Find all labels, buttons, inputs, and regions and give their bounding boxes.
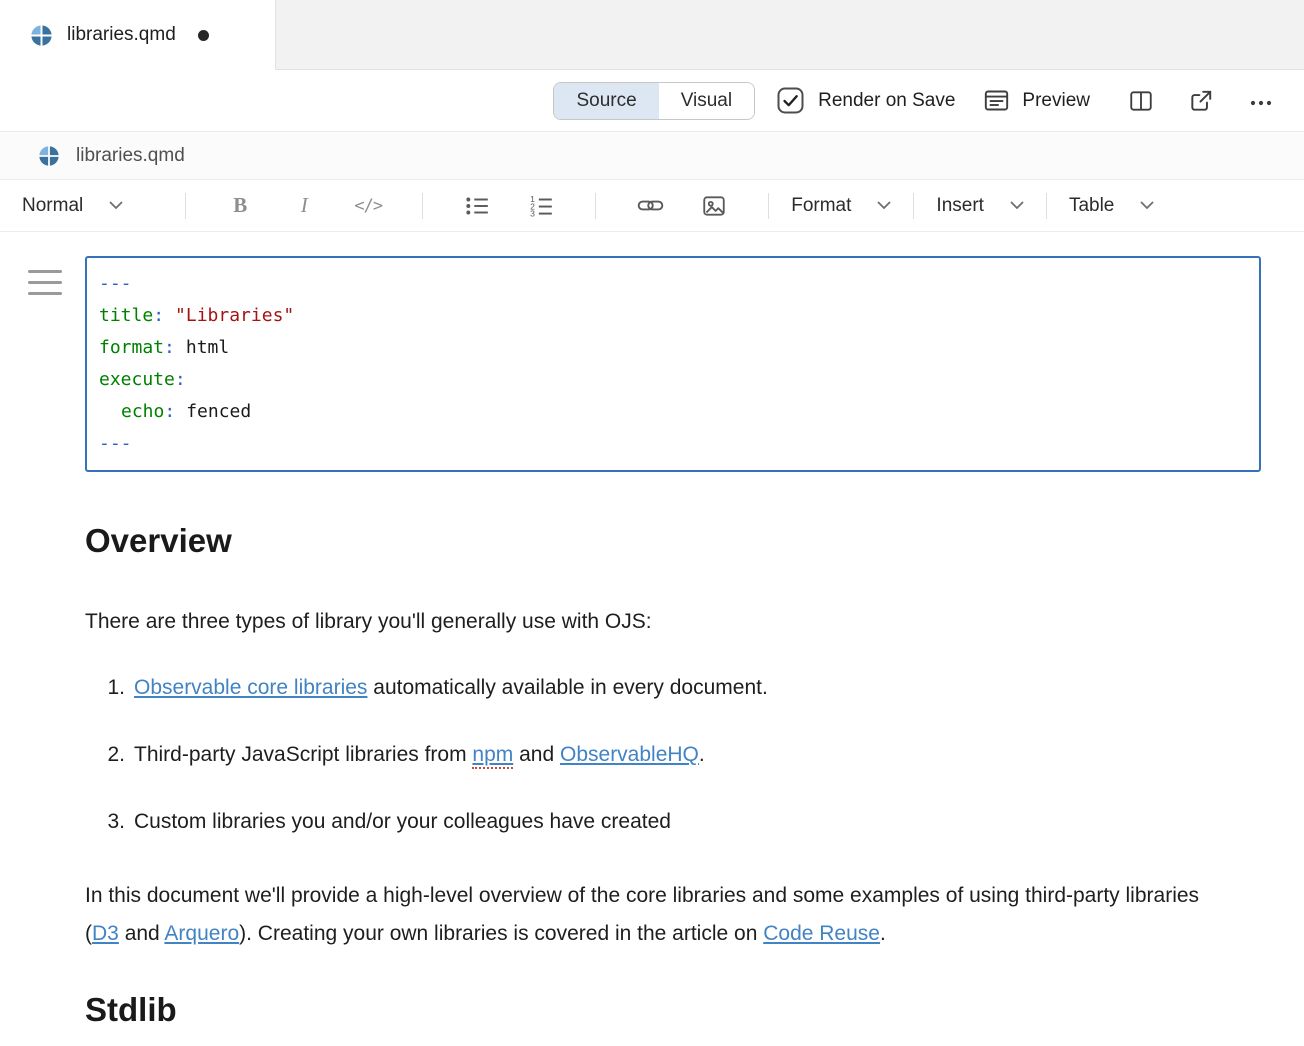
open-new-window-icon[interactable] — [1188, 88, 1214, 114]
inline-text: ). Creating your own libraries is covere… — [239, 922, 763, 945]
bullet-list-button[interactable] — [445, 188, 509, 224]
breadcrumb-filename[interactable]: libraries.qmd — [76, 145, 185, 167]
inline-text: Third-party JavaScript libraries from — [134, 743, 472, 766]
document-canvas[interactable]: --- title:"Libraries" format:html execut… — [0, 232, 1304, 1046]
format-menu-label: Format — [791, 195, 851, 217]
chevron-down-icon — [877, 201, 891, 210]
source-mode-button[interactable]: Source — [554, 83, 658, 119]
formatting-toolbar: Normal B I </> 1 2 3 — [0, 180, 1304, 232]
list-number: 3. — [85, 808, 125, 835]
insert-menu-label: Insert — [936, 195, 984, 217]
list-number: 2. — [85, 741, 125, 768]
toolbar-separator — [595, 193, 596, 219]
yaml-entry-execute: execute: — [99, 364, 1247, 396]
svg-text:3: 3 — [530, 208, 535, 218]
yaml-metadata-block[interactable]: --- title:"Libraries" format:html execut… — [85, 256, 1261, 472]
visual-mode-button[interactable]: Visual — [659, 83, 754, 119]
inline-link[interactable]: Observable core libraries — [134, 676, 367, 699]
format-menu[interactable]: Format — [791, 195, 891, 217]
editor-toolbar: Source Visual Render on Save Preview — [0, 70, 1304, 132]
split-editor-icon[interactable] — [1128, 88, 1154, 114]
list-item: 3. Custom libraries you and/or your colle… — [85, 808, 1261, 835]
inline-text: . — [880, 922, 886, 945]
yaml-delimiter: --- — [99, 268, 1247, 300]
heading-stdlib: Stdlib — [85, 989, 1261, 1031]
insert-menu[interactable]: Insert — [936, 195, 1024, 217]
yaml-entry-title: title:"Libraries" — [99, 300, 1247, 332]
table-menu-label: Table — [1069, 195, 1114, 217]
heading-overview: Overview — [85, 520, 1261, 562]
bold-button[interactable]: B — [208, 188, 272, 224]
toolbar-separator — [185, 193, 186, 219]
paragraph-style-label: Normal — [22, 195, 83, 217]
list-item-text: Observable core libraries automatically … — [134, 676, 768, 699]
code-button[interactable]: </> — [336, 188, 400, 224]
chevron-down-icon — [109, 201, 123, 210]
yaml-entry-echo: echo:fenced — [99, 396, 1247, 428]
preview-pane-icon — [983, 87, 1010, 114]
image-button[interactable] — [682, 188, 746, 224]
more-actions-icon[interactable] — [1248, 88, 1274, 114]
inline-text: and — [513, 743, 560, 766]
closing-paragraph: In this document we'll provide a high-le… — [85, 877, 1235, 953]
tab-title: libraries.qmd — [67, 24, 176, 46]
inline-link[interactable]: ObservableHQ — [560, 743, 699, 766]
quarto-icon — [38, 145, 60, 167]
list-item-text: Third-party JavaScript libraries from np… — [134, 743, 705, 769]
list-item-text: Custom libraries you and/or your colleag… — [134, 810, 671, 833]
list-number: 1. — [85, 674, 125, 701]
toolbar-separator — [913, 193, 914, 219]
table-menu[interactable]: Table — [1069, 195, 1154, 217]
preview-button[interactable]: Preview — [983, 87, 1090, 114]
checkbox-checked-icon[interactable] — [777, 87, 804, 114]
chevron-down-icon — [1140, 201, 1154, 210]
render-on-save-label: Render on Save — [818, 90, 955, 112]
unsaved-indicator-dot — [198, 30, 209, 41]
yaml-delimiter: --- — [99, 428, 1247, 460]
inline-text: . — [699, 743, 705, 766]
inline-text: and — [119, 922, 165, 945]
mode-toggle: Source Visual — [553, 82, 755, 120]
quarto-icon — [30, 24, 53, 47]
yaml-entry-format: format:html — [99, 332, 1247, 364]
inline-text: Custom libraries you and/or your colleag… — [134, 810, 671, 833]
intro-paragraph: There are three types of library you'll … — [85, 602, 1261, 642]
numbered-list-button[interactable]: 1 2 3 — [509, 188, 573, 224]
link-button[interactable] — [618, 188, 682, 224]
paragraph-style-dropdown[interactable]: Normal — [22, 195, 163, 217]
chevron-down-icon — [1010, 201, 1024, 210]
toolbar-separator — [422, 193, 423, 219]
ordered-list: 1. Observable core libraries automaticall… — [85, 674, 1261, 835]
inline-link[interactable]: D3 — [92, 922, 119, 945]
toolbar-separator — [1046, 193, 1047, 219]
preview-label: Preview — [1022, 90, 1090, 112]
inline-link[interactable]: Code Reuse — [763, 922, 880, 945]
toolbar-separator — [768, 193, 769, 219]
list-item: 1. Observable core libraries automaticall… — [85, 674, 1261, 701]
tab-libraries-qmd[interactable]: libraries.qmd — [0, 0, 276, 70]
inline-link[interactable]: npm — [472, 743, 513, 769]
italic-button[interactable]: I — [272, 188, 336, 224]
inline-link[interactable]: Arquero — [164, 922, 239, 945]
breadcrumb: libraries.qmd — [0, 132, 1304, 180]
inline-text: automatically available in every documen… — [367, 676, 767, 699]
render-on-save-toggle[interactable]: Render on Save — [777, 87, 955, 114]
drag-handle-icon[interactable] — [28, 270, 62, 303]
list-item: 2. Third-party JavaScript libraries from … — [85, 741, 1261, 768]
tab-bar: libraries.qmd — [0, 0, 1304, 70]
